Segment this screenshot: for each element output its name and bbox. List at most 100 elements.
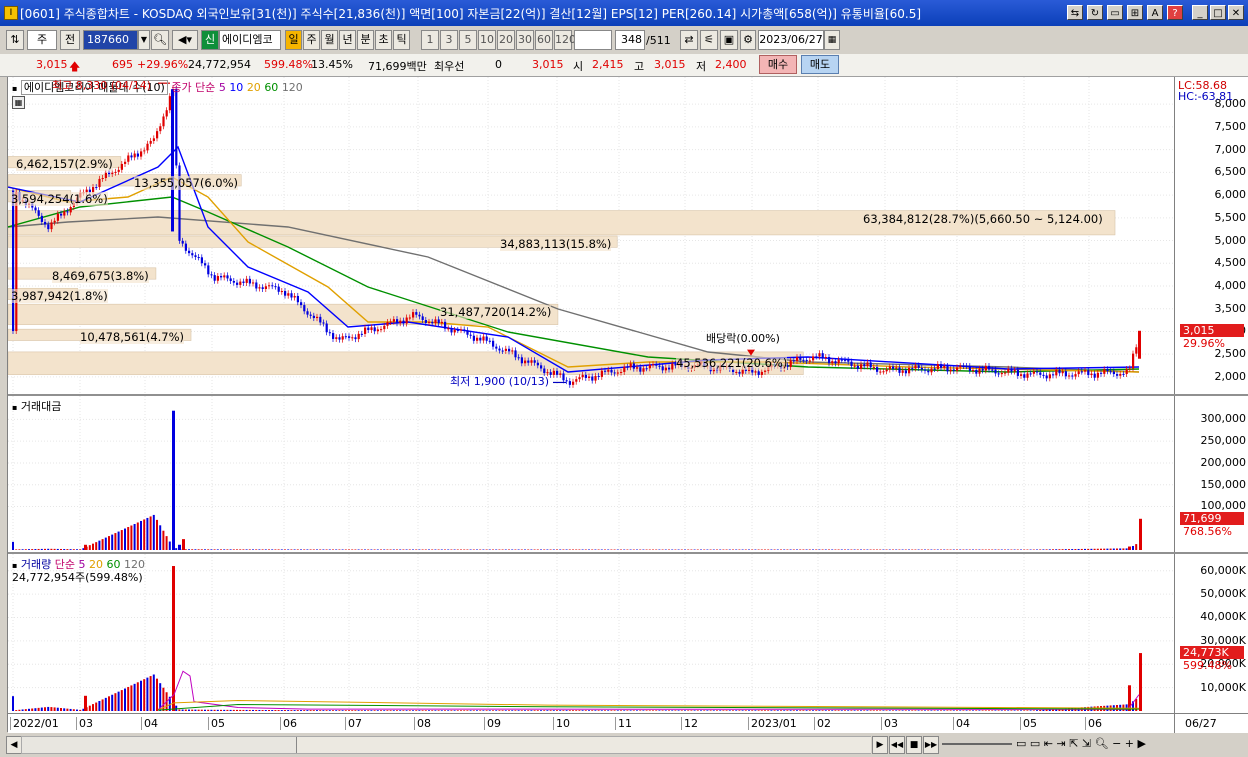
volume-bar xyxy=(869,710,872,711)
candle xyxy=(520,357,523,364)
period-tab-1[interactable]: 주 xyxy=(303,30,320,50)
table-icon[interactable]: ▦ xyxy=(12,96,25,109)
window-icon[interactable]: ▭ xyxy=(1107,5,1123,20)
price-tick: 3,500 xyxy=(1214,301,1247,315)
candle xyxy=(498,348,501,351)
amount-bar xyxy=(1068,549,1070,550)
fast-forward-icon[interactable]: ▶▶ xyxy=(923,736,939,754)
period-tab-6[interactable]: 틱 xyxy=(393,30,410,50)
volume-bar xyxy=(744,710,747,711)
amount-bar xyxy=(1071,549,1074,550)
candle xyxy=(124,161,127,164)
volume-bar xyxy=(719,710,722,711)
volume-bar xyxy=(1039,710,1042,711)
help-icon[interactable]: ? xyxy=(1167,5,1183,20)
interval-tab-3[interactable]: 3 xyxy=(440,30,458,50)
search-icon[interactable]: 🔍︎ xyxy=(151,30,169,50)
stock-search-icon[interactable]: ⇅ xyxy=(6,30,24,50)
volume-pane[interactable]: ▪ 거래량 단순 5 20 60 120 24,772,954주(599.48%… xyxy=(8,554,1174,713)
interval-tab-60[interactable]: 60 xyxy=(535,30,553,50)
sell-button[interactable]: 매도 xyxy=(801,55,839,74)
link-icon[interactable]: ⇆ xyxy=(1067,5,1083,20)
interval-tab-10[interactable]: 10 xyxy=(478,30,496,50)
play-icon[interactable]: ▶ xyxy=(872,736,888,754)
volume-bar xyxy=(997,710,1000,711)
interval-tab-1[interactable]: 1 xyxy=(421,30,439,50)
rewind-icon[interactable]: ◀◀ xyxy=(889,736,905,754)
interval-tab-30[interactable]: 30 xyxy=(516,30,534,50)
amount-bar xyxy=(239,549,242,550)
volume-axis[interactable]: 60,000K 50,000K 40,000K 30,000K 20,000K 10,00… xyxy=(1174,554,1248,713)
amount-bar xyxy=(1112,548,1115,550)
drawing-tools[interactable]: ▭ ▭ ⇤ ⇥ ⇱ ⇲ 🔍︎ − + ▶ xyxy=(1016,737,1146,750)
volume-bar xyxy=(472,710,475,711)
candle xyxy=(184,243,187,251)
minimize-button[interactable]: _ xyxy=(1192,5,1208,20)
volume-bar xyxy=(508,710,510,711)
candle xyxy=(1080,371,1083,373)
buy-button[interactable]: 매수 xyxy=(759,55,797,74)
price-axis[interactable]: 8,000 7,500 7,000 6,500 6,000 5,500 5,000 4,500… xyxy=(1174,77,1248,394)
candle xyxy=(351,337,354,339)
calendar-icon[interactable]: ▦ xyxy=(824,30,840,50)
amount-bar xyxy=(402,549,405,550)
maximize-button[interactable]: □ xyxy=(1210,5,1226,20)
ma-period-10: 10 xyxy=(229,81,247,94)
candle xyxy=(140,151,143,157)
x-tick-label: 11 xyxy=(615,717,632,730)
pin-icon[interactable]: ⊞ xyxy=(1127,5,1143,20)
amount-bar xyxy=(1139,518,1142,550)
period-tab-2[interactable]: 월 xyxy=(321,30,338,50)
stock-code-input[interactable]: 187660 xyxy=(83,30,138,50)
interval-input[interactable] xyxy=(574,30,612,50)
date-input[interactable]: 2023/06/27 xyxy=(758,30,824,50)
window-title: [0601] 주식종합차트 - KOSDAQ 외국인보유[31(천)] 주식수[… xyxy=(20,7,922,21)
prev-button[interactable]: 전 xyxy=(60,30,80,50)
chart-area[interactable]: ▪ 에이디엠코리아 매물대 수(10) 종가 단순 5 10 20 60 120… xyxy=(7,77,1248,733)
candle xyxy=(200,257,203,264)
interval-tab-20[interactable]: 20 xyxy=(497,30,515,50)
interval-tab-120[interactable]: 120 xyxy=(554,30,576,50)
close-button[interactable]: ✕ xyxy=(1228,5,1244,20)
volume-bar xyxy=(402,710,405,711)
data-count-input[interactable]: 348 xyxy=(615,30,645,50)
refresh-icon[interactable]: ↻ xyxy=(1087,5,1103,20)
price-chart xyxy=(7,77,1174,394)
candle xyxy=(866,362,869,367)
scroll-left-button[interactable]: ◀ xyxy=(6,736,22,754)
stop-icon[interactable]: ■ xyxy=(906,736,922,754)
volume-bar xyxy=(856,710,859,711)
amount-axis[interactable]: 300,000 250,000 200,000 150,000 100,000 71,6… xyxy=(1174,396,1248,552)
amount-pane[interactable]: ▪ 거래대금 xyxy=(8,396,1174,552)
period-tab-3[interactable]: 년 xyxy=(339,30,356,50)
volume-bar xyxy=(562,710,565,711)
price-pane[interactable]: ▪ 에이디엠코리아 매물대 수(10) 종가 단순 5 10 20 60 120… xyxy=(7,77,1174,394)
candle xyxy=(300,302,303,306)
candle xyxy=(671,363,674,370)
amount-bar xyxy=(130,525,133,550)
x-axis[interactable]: 2022/01 03 04 05 06 07 08 09 10 11 12 2023/01 02 03 04… xyxy=(8,713,1174,733)
speaker-icon[interactable]: ◀▾ xyxy=(172,30,198,50)
candle xyxy=(1004,372,1007,374)
horizontal-scrollbar[interactable] xyxy=(21,736,871,754)
scroll-thumb[interactable] xyxy=(296,737,871,753)
zoom-slider[interactable] xyxy=(942,743,1012,745)
period-tab-4[interactable]: 분 xyxy=(357,30,374,50)
gear-icon[interactable]: ⚙ xyxy=(740,30,756,50)
period-type-select[interactable]: 주 xyxy=(27,30,57,50)
save-icon[interactable]: ▣ xyxy=(720,30,738,50)
font-icon[interactable]: A xyxy=(1147,5,1163,20)
ma-period-5: 5 xyxy=(218,81,230,94)
code-dropdown-icon[interactable]: ▼ xyxy=(138,30,150,50)
interval-tab-5[interactable]: 5 xyxy=(459,30,477,50)
menu-icon[interactable]: ▪ xyxy=(12,84,17,93)
amount-bar xyxy=(1125,548,1128,550)
candle xyxy=(216,276,219,281)
compare-icon[interactable]: ⇄ xyxy=(680,30,698,50)
bottom-bar: ◀ ▶ ◀◀ ■ ▶▶ ▭ ▭ ⇤ ⇥ ⇱ ⇲ 🔍︎ − + ▶ xyxy=(0,733,1248,757)
candle xyxy=(47,224,50,230)
period-tab-0[interactable]: 일 xyxy=(285,30,302,50)
volume-bar xyxy=(760,710,763,711)
chart-type-icon[interactable]: ⚟ xyxy=(700,30,718,50)
period-tab-5[interactable]: 초 xyxy=(375,30,392,50)
